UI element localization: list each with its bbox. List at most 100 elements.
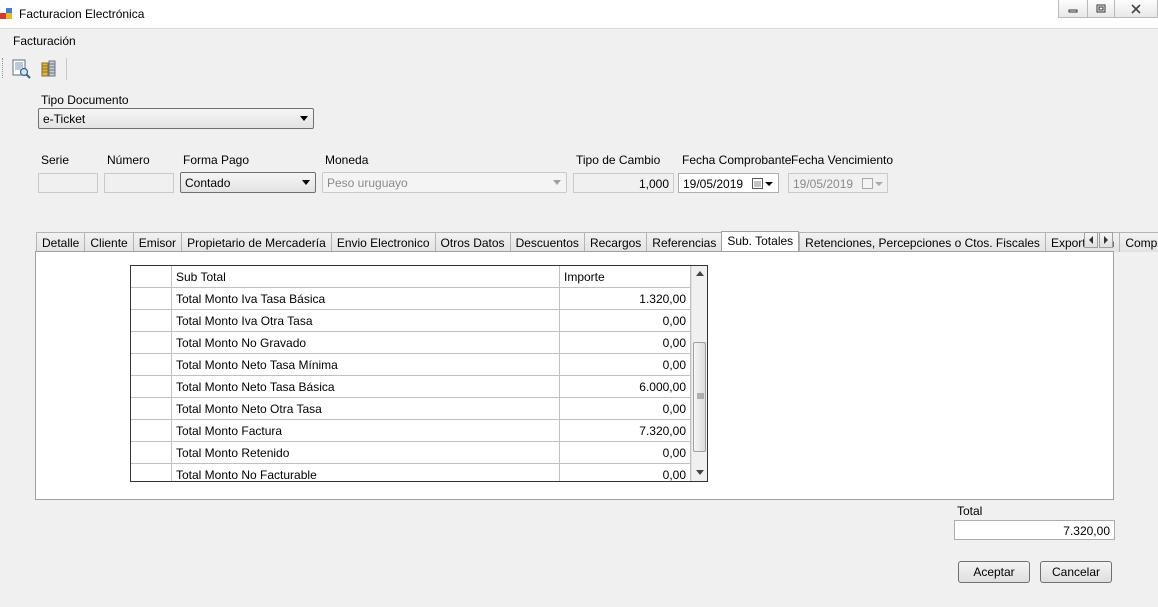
tab-strip: Detalle Cliente Emisor Propietario de Me…	[36, 231, 1158, 252]
forma-pago-select[interactable]: Contado	[180, 172, 316, 193]
grid-cell-importe[interactable]: 0,00	[560, 310, 691, 332]
tab-referencias[interactable]: Referencias	[646, 232, 722, 252]
total-field[interactable]: 7.320,00	[954, 520, 1115, 540]
grid-cell-subtotal[interactable]: Total Monto No Gravado	[172, 332, 560, 354]
grid-cell-subtotal[interactable]: Total Monto Neto Otra Tasa	[172, 398, 560, 420]
scroll-thumb[interactable]	[693, 342, 706, 452]
row-header[interactable]	[131, 442, 172, 464]
row-header[interactable]	[131, 332, 172, 354]
row-header[interactable]	[131, 310, 172, 332]
tipo-documento-value: e-Ticket	[43, 112, 86, 126]
tipo-cambio-input[interactable]: 1,000	[573, 173, 674, 193]
document-preview-button[interactable]	[10, 58, 32, 80]
fecha-vencimiento-picker[interactable]: 19/05/2019	[788, 173, 888, 193]
tab-cliente[interactable]: Cliente	[84, 232, 133, 252]
subtotales-grid: Sub Total Importe Total Monto Iva Tasa B…	[130, 265, 708, 482]
grid-cell-importe[interactable]: 0,00	[560, 442, 691, 464]
chevron-down-icon	[302, 180, 310, 185]
numero-input[interactable]	[104, 173, 174, 193]
chevron-right-icon	[1104, 236, 1108, 244]
row-header[interactable]	[131, 420, 172, 442]
title-bar: Facturacion Electrónica	[0, 0, 1158, 29]
tab-retenciones[interactable]: Retenciones, Percepciones o Ctos. Fiscal…	[799, 232, 1045, 252]
forma-pago-value: Contado	[185, 176, 231, 190]
row-header[interactable]	[131, 354, 172, 376]
grid-cell-subtotal[interactable]: Total Monto No Facturable	[172, 464, 560, 481]
serie-label: Serie	[41, 153, 70, 167]
row-header[interactable]	[131, 376, 172, 398]
tab-detalle[interactable]: Detalle	[36, 232, 85, 252]
chevron-left-icon	[1089, 236, 1093, 244]
minimize-icon	[1068, 9, 1078, 12]
tab-recargos[interactable]: Recargos	[583, 232, 647, 252]
grip-icon	[697, 393, 704, 399]
grid-cell-subtotal[interactable]: Total Monto Neto Tasa Mínima	[172, 354, 560, 376]
grid-cell-importe[interactable]: 0,00	[560, 464, 691, 481]
scroll-up-icon[interactable]	[696, 271, 704, 277]
tab-sub-totales[interactable]: Sub. Totales	[721, 231, 800, 252]
tipo-documento-select[interactable]: e-Ticket	[38, 108, 314, 129]
moneda-select[interactable]: Peso uruguayo	[322, 172, 567, 193]
moneda-value: Peso uruguayo	[327, 176, 408, 190]
document-preview-icon	[12, 59, 31, 79]
coins-icon	[41, 60, 56, 77]
fecha-comprobante-value: 19/05/2019	[683, 177, 744, 191]
grid-header: Sub Total Importe	[131, 266, 691, 288]
tipo-cambio-label: Tipo de Cambio	[576, 153, 661, 167]
moneda-label: Moneda	[325, 153, 369, 167]
close-button[interactable]	[1114, 0, 1158, 18]
row-header[interactable]	[131, 464, 172, 481]
tab-complementos[interactable]: Complemen	[1119, 232, 1158, 252]
fecha-vencimiento-value: 19/05/2019	[793, 177, 854, 191]
chevron-down-icon	[300, 116, 308, 121]
maximize-icon	[1096, 4, 1106, 12]
chevron-down-icon	[553, 180, 561, 185]
serie-input[interactable]	[38, 173, 98, 193]
app-icon	[0, 8, 12, 19]
tab-descuentos[interactable]: Descuentos	[509, 232, 584, 252]
total-label: Total	[957, 504, 983, 518]
grid-cell-subtotal[interactable]: Total Monto Factura	[172, 420, 560, 442]
row-header[interactable]	[131, 398, 172, 420]
grid-cell-subtotal[interactable]: Total Monto Iva Tasa Básica	[172, 288, 560, 310]
row-header[interactable]	[131, 288, 172, 310]
grid-corner	[131, 266, 172, 288]
fecha-comprobante-picker[interactable]: 19/05/2019	[678, 173, 779, 193]
grid-cell-importe[interactable]: 1.320,00	[560, 288, 691, 310]
tab-otros-datos[interactable]: Otros Datos	[434, 232, 510, 252]
grid-cell-subtotal[interactable]: Total Monto Iva Otra Tasa	[172, 310, 560, 332]
scroll-down-icon[interactable]	[696, 470, 704, 476]
tipo-documento-label: Tipo Documento	[41, 93, 129, 107]
grid-cell-subtotal[interactable]: Total Monto Retenido	[172, 442, 560, 464]
tab-scroll-right-button[interactable]	[1099, 232, 1113, 248]
fecha-comprobante-label: Fecha Comprobante	[682, 153, 792, 167]
fecha-vencimiento-label: Fecha Vencimiento	[791, 153, 894, 167]
total-value: 7.320,00	[1063, 524, 1110, 538]
coins-button[interactable]	[38, 58, 60, 80]
calendar-icon[interactable]	[752, 178, 774, 189]
grid-cell-importe[interactable]: 0,00	[560, 354, 691, 376]
aceptar-button[interactable]: Aceptar	[958, 561, 1030, 583]
grid-cell-importe[interactable]: 7.320,00	[560, 420, 691, 442]
calendar-icon[interactable]	[862, 178, 884, 189]
tab-emisor[interactable]: Emisor	[132, 232, 182, 252]
tab-envio-electronico[interactable]: Envio Electronico	[330, 232, 435, 252]
toolbar-separator	[66, 58, 67, 80]
window-title: Facturacion Electrónica	[19, 7, 145, 21]
maximize-button[interactable]	[1087, 0, 1115, 18]
column-header-sub-total[interactable]: Sub Total	[172, 266, 560, 288]
minimize-button[interactable]	[1058, 0, 1088, 18]
tab-scroll-left-button[interactable]	[1084, 232, 1098, 248]
tab-propietario-mercaderia[interactable]: Propietario de Mercadería	[181, 232, 331, 252]
grid-vertical-scrollbar[interactable]	[691, 266, 707, 481]
numero-label: Número	[107, 153, 150, 167]
grid-cell-importe[interactable]: 0,00	[560, 332, 691, 354]
forma-pago-label: Forma Pago	[183, 153, 250, 167]
grid-cell-importe[interactable]: 0,00	[560, 398, 691, 420]
grid-cell-importe[interactable]: 6.000,00	[560, 376, 691, 398]
toolbar-grip	[2, 58, 5, 78]
grid-cell-subtotal[interactable]: Total Monto Neto Tasa Básica	[172, 376, 560, 398]
menu-facturacion[interactable]: Facturación	[13, 34, 76, 48]
column-header-importe[interactable]: Importe	[560, 266, 691, 288]
cancelar-button[interactable]: Cancelar	[1040, 561, 1112, 583]
